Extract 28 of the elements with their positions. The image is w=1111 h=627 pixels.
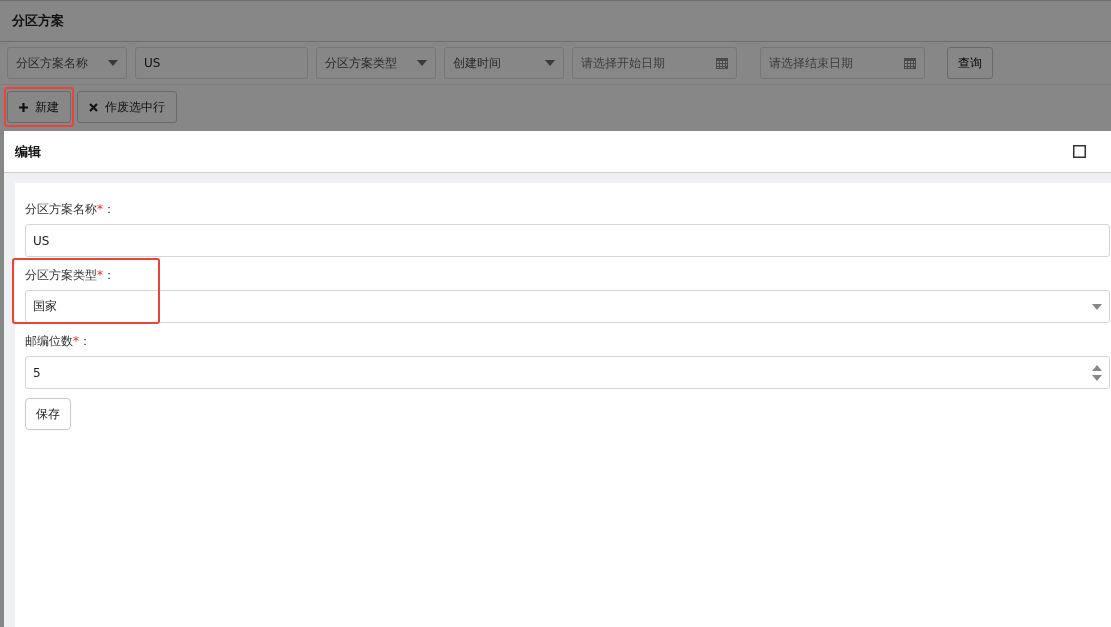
cross-icon (89, 102, 98, 112)
maximize-icon[interactable] (1073, 145, 1086, 158)
field-label: 分区方案名称*： (25, 201, 116, 218)
void-button[interactable]: 作废选中行 (77, 91, 177, 123)
calendar-icon (904, 57, 916, 69)
text-field[interactable]: US (25, 224, 1110, 257)
filter-dropdown[interactable]: 分区方案名称 (7, 47, 127, 79)
save-button[interactable]: 保存 (25, 398, 71, 430)
plus-icon (19, 102, 28, 112)
calendar-icon (716, 57, 728, 69)
caret-icon (417, 60, 427, 66)
filter-input[interactable]: US (135, 47, 308, 79)
caret-icon (108, 60, 118, 66)
query-button[interactable]: 查询 (947, 47, 993, 79)
caret-icon (1092, 303, 1102, 310)
caret-icon (545, 60, 555, 66)
number-field[interactable]: 5 (25, 356, 1110, 389)
date-field[interactable]: 请选择开始日期 (572, 47, 737, 79)
spinner-icon (1092, 364, 1102, 381)
filter-dropdown[interactable]: 创建时间 (444, 47, 564, 79)
field-label: 分区方案类型*： (25, 267, 116, 284)
filter-dropdown[interactable]: 分区方案类型 (316, 47, 436, 79)
page-title: 分区方案 (12, 12, 64, 30)
new-button[interactable]: 新建 (7, 91, 71, 123)
select-field[interactable]: 国家 (25, 290, 1110, 323)
date-field[interactable]: 请选择结束日期 (760, 47, 925, 79)
field-label: 邮编位数*： (25, 333, 92, 350)
dialog-title: 编辑 (15, 142, 42, 161)
